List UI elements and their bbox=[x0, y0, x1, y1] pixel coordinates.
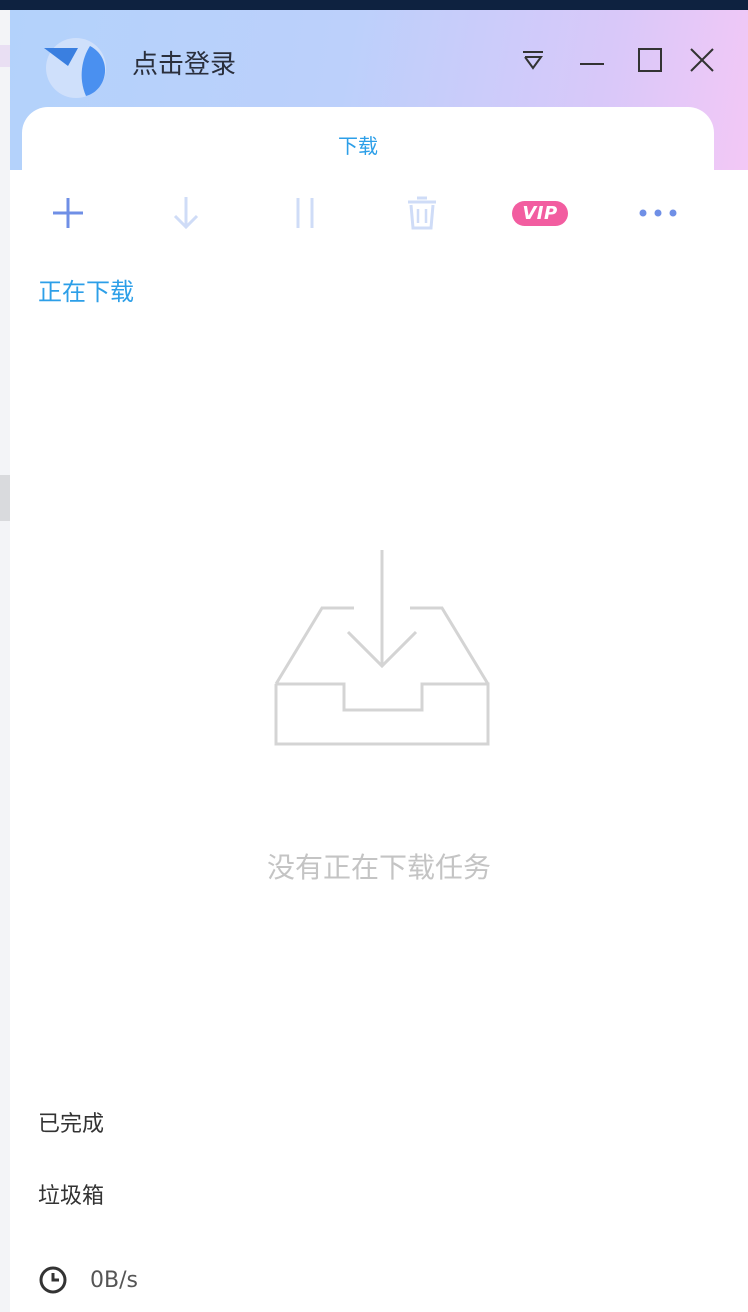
download-manager-window: 点击登录 下载 VIP 正在下载 没有正在下载任务 已完成 垃圾箱 0B/s bbox=[10, 10, 748, 1312]
close-button[interactable] bbox=[682, 42, 722, 78]
title-bar: 点击登录 下载 bbox=[10, 10, 748, 187]
background-window-strip bbox=[0, 475, 10, 521]
minimize-button[interactable] bbox=[572, 42, 612, 78]
delete-button[interactable] bbox=[394, 185, 450, 241]
trash-icon bbox=[408, 196, 436, 230]
menu-button[interactable] bbox=[513, 42, 553, 78]
download-arrow-icon bbox=[173, 197, 199, 230]
tab-download[interactable]: 下载 bbox=[338, 130, 378, 159]
background-window-strip bbox=[0, 45, 10, 67]
plus-icon bbox=[53, 198, 83, 228]
vip-badge: VIP bbox=[512, 200, 568, 226]
pause-button[interactable] bbox=[277, 185, 333, 241]
clock-icon bbox=[39, 1266, 67, 1294]
desktop-taskbar-edge bbox=[0, 0, 748, 10]
triangle-menu-icon bbox=[523, 51, 543, 70]
speed-status: 0B/s bbox=[38, 1263, 138, 1297]
vip-button[interactable]: VIP bbox=[500, 185, 580, 241]
section-completed[interactable]: 已完成 bbox=[38, 1106, 104, 1138]
maximize-icon bbox=[638, 48, 662, 72]
close-icon bbox=[690, 48, 714, 72]
start-download-button[interactable] bbox=[158, 185, 214, 241]
inbox-download-icon bbox=[274, 550, 490, 746]
minimize-icon bbox=[580, 63, 604, 65]
section-trash[interactable]: 垃圾箱 bbox=[38, 1178, 104, 1210]
empty-state-message: 没有正在下载任务 bbox=[266, 851, 491, 884]
login-button[interactable]: 点击登录 bbox=[132, 44, 236, 81]
section-downloading[interactable]: 正在下载 bbox=[38, 272, 134, 307]
add-task-button[interactable] bbox=[40, 185, 96, 241]
pause-icon bbox=[296, 198, 314, 228]
download-speed: 0B/s bbox=[90, 1267, 138, 1293]
background-window-edge bbox=[0, 10, 10, 1312]
more-dots-icon bbox=[639, 209, 677, 217]
maximize-button[interactable] bbox=[630, 42, 670, 78]
more-button[interactable] bbox=[630, 185, 686, 241]
app-logo-icon bbox=[44, 38, 106, 98]
